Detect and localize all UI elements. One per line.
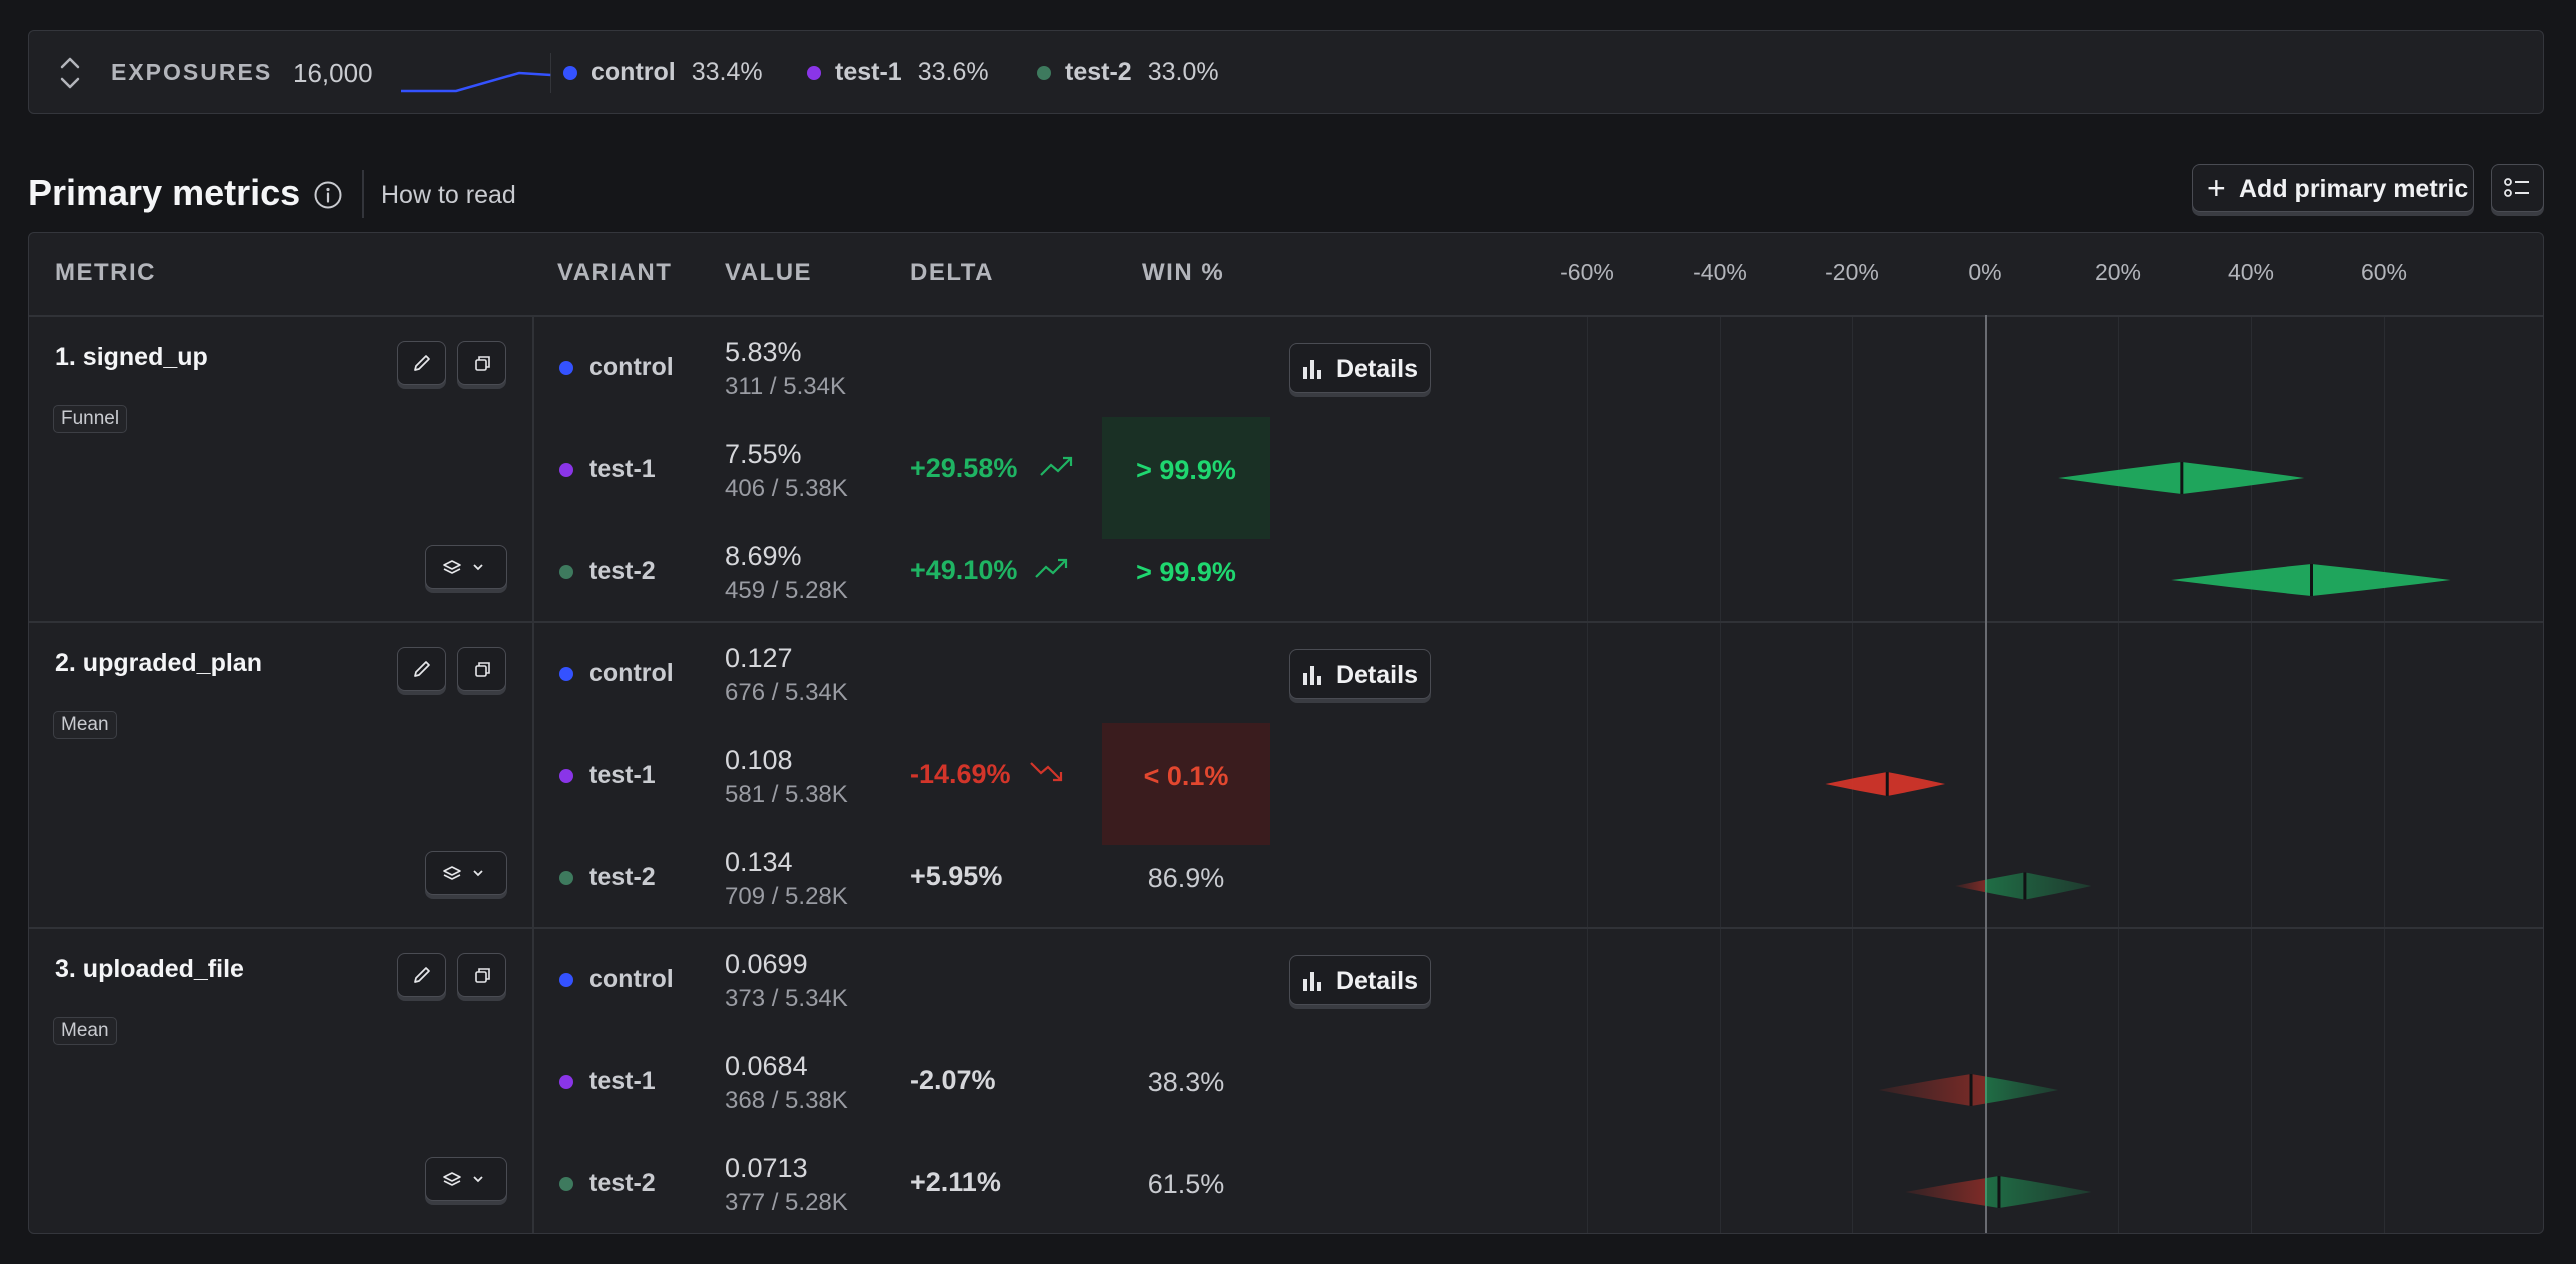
violin-test-1 [1825, 772, 1946, 796]
how-to-read-link[interactable]: How to read [381, 181, 516, 210]
exposure-legend-control: control 33.4% [563, 58, 763, 87]
legend-variant-pct: 33.4% [691, 58, 763, 86]
expand-collapse-icon[interactable] [59, 55, 81, 91]
violin-test-2 [1955, 872, 2092, 900]
exposures-label: EXPOSURES [111, 59, 273, 85]
exposure-legend-test-2: test-2 33.0% [1037, 58, 1219, 87]
test-1-dot [807, 65, 821, 80]
exposure-legend-test-1: test-1 33.6% [807, 58, 989, 87]
test-2-dot [1037, 65, 1051, 80]
legend-variant-pct: 33.6% [917, 58, 989, 86]
violin-test-1 [1878, 1074, 2059, 1106]
add-primary-metric-button[interactable]: + Add primary metric [2192, 164, 2474, 212]
control-dot [563, 65, 577, 80]
legend-variant-pct: 33.0% [1147, 58, 1219, 86]
metric-list-options-button[interactable] [2491, 164, 2544, 212]
legend-variant-name: test-1 [835, 58, 902, 86]
list-settings-icon [2504, 178, 2529, 197]
page-title: Primary metrics [28, 172, 301, 213]
legend-variant-name: control [591, 58, 676, 86]
exposures-bar: EXPOSURES 16,000 control 33.4% test-1 33… [28, 30, 2544, 114]
legend-variant-name: test-2 [1065, 58, 1132, 86]
exposures-sparkline [401, 53, 551, 93]
exposures-count: 16,000 [293, 58, 373, 88]
info-icon[interactable] [313, 180, 343, 210]
metrics-table: METRIC VARIANT VALUE DELTA WIN % -60% -4… [28, 232, 2544, 1234]
delta-violin-chart [1825, 462, 2451, 1208]
header-divider [362, 170, 364, 218]
add-primary-metric-label: Add primary metric [2239, 175, 2469, 203]
plus-icon: + [2207, 170, 2226, 206]
